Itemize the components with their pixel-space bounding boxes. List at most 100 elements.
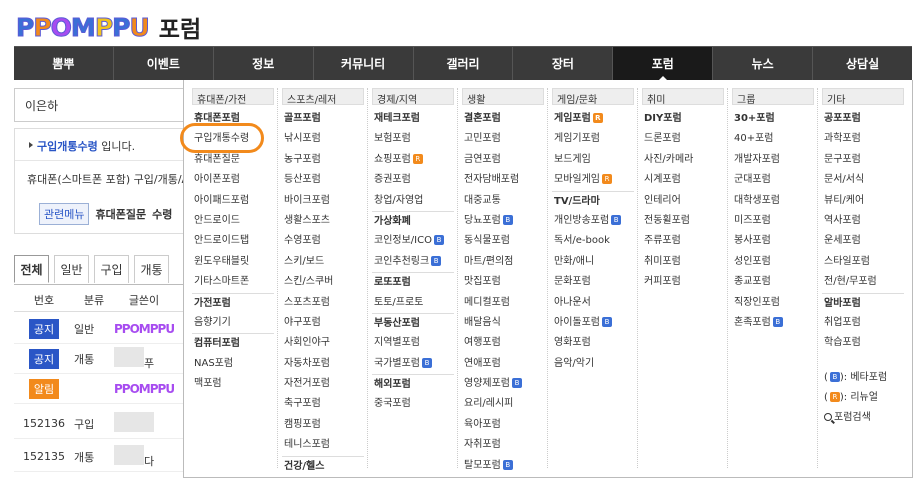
- nav-item[interactable]: 갤러리: [414, 47, 514, 80]
- forum-link[interactable]: 미즈포럼: [732, 211, 822, 231]
- forum-link[interactable]: 30+포럼: [732, 109, 822, 129]
- forum-link[interactable]: 동식물포럼: [462, 231, 552, 251]
- forum-search-link[interactable]: 포럼검색: [822, 408, 912, 428]
- forum-link[interactable]: 스포츠포럼: [282, 293, 372, 313]
- forum-link[interactable]: 건강/헬스: [282, 455, 364, 476]
- forum-link[interactable]: 보드게임: [552, 150, 642, 170]
- forum-link[interactable]: 혼족포럼 B: [732, 313, 822, 333]
- nav-item[interactable]: 장터: [513, 47, 614, 80]
- site-logo[interactable]: PPOMPPU 포럼: [15, 10, 201, 44]
- forum-link[interactable]: 자동차포럼: [282, 354, 372, 374]
- nav-item[interactable]: 커뮤니티: [314, 47, 414, 80]
- forum-link[interactable]: 아이돌포럼 B: [552, 313, 642, 333]
- forum-link[interactable]: 맛집포럼: [462, 272, 552, 292]
- forum-link[interactable]: 스킨/스쿠버: [282, 272, 372, 292]
- forum-link[interactable]: 뷰티/케어: [822, 191, 912, 211]
- forum-link[interactable]: 지역별포럼: [372, 333, 462, 353]
- forum-link[interactable]: 전동휠포럼: [642, 211, 732, 231]
- forum-link[interactable]: 컴퓨터포럼: [192, 333, 274, 353]
- nav-item[interactable]: 뽐뿌: [14, 47, 114, 80]
- forum-link[interactable]: 농구포럼: [282, 150, 372, 170]
- table-row[interactable]: 152135 개통 다: [14, 442, 184, 472]
- forum-link[interactable]: 인테리어: [642, 191, 732, 211]
- forum-link[interactable]: 보험포럼: [372, 129, 462, 149]
- forum-link[interactable]: 직장인포럼: [732, 293, 822, 313]
- forum-link[interactable]: 재테크포럼: [372, 109, 462, 129]
- forum-link[interactable]: 금연포럼: [462, 150, 552, 170]
- forum-link[interactable]: 전/현/무포럼: [822, 272, 912, 292]
- forum-link[interactable]: 국가별포럼 B: [372, 354, 462, 374]
- forum-link[interactable]: 운세포럼: [822, 231, 912, 251]
- forum-link[interactable]: 코인추천링크 B: [372, 252, 462, 272]
- notice-link[interactable]: 구입개통수령: [37, 140, 98, 153]
- forum-link[interactable]: 캠핑포럼: [282, 415, 372, 435]
- forum-link[interactable]: 40+포럼: [732, 129, 822, 149]
- forum-link[interactable]: 모바일게임 R: [552, 170, 642, 190]
- forum-link[interactable]: 안드로이드: [192, 211, 282, 231]
- forum-link[interactable]: 알바포럼: [822, 292, 904, 313]
- row-writer[interactable]: PPOMPPU: [114, 322, 174, 336]
- forum-link[interactable]: 부동산포럼: [372, 312, 454, 333]
- forum-link[interactable]: 맥포럼: [192, 374, 282, 394]
- row-writer[interactable]: [114, 412, 174, 435]
- forum-link[interactable]: 전자담배포럼: [462, 170, 552, 190]
- forum-link[interactable]: 마트/편의점: [462, 252, 552, 272]
- forum-link[interactable]: 테니스포럼: [282, 435, 372, 455]
- nav-item[interactable]: 이벤트: [114, 47, 214, 80]
- forum-link[interactable]: 아나운서: [552, 293, 642, 313]
- forum-link[interactable]: 생활스포츠: [282, 211, 372, 231]
- tab-0[interactable]: 전체: [14, 255, 49, 283]
- forum-link[interactable]: 영양제포럼 B: [462, 374, 552, 394]
- forum-link[interactable]: 음악/악기: [552, 354, 642, 374]
- tab-1[interactable]: 일반: [54, 255, 89, 283]
- search-input[interactable]: 이은하: [14, 88, 184, 122]
- forum-link[interactable]: TV/드라마: [552, 190, 634, 211]
- forum-link[interactable]: 바이크포럼: [282, 191, 372, 211]
- forum-link[interactable]: 수영포럼: [282, 231, 372, 251]
- forum-link[interactable]: 연애포럼: [462, 354, 552, 374]
- nav-item[interactable]: 포럼: [613, 47, 714, 81]
- table-row[interactable]: 알림 PPOMPPU: [14, 374, 184, 404]
- forum-link[interactable]: 게임포럼 R: [552, 109, 642, 129]
- forum-link[interactable]: 기타스마트폰: [192, 272, 282, 292]
- forum-link[interactable]: 만화/애니: [552, 252, 642, 272]
- forum-link[interactable]: 자취포럼: [462, 435, 552, 455]
- forum-link[interactable]: 취업포럼: [822, 313, 912, 333]
- forum-link[interactable]: 성인포럼: [732, 252, 822, 272]
- forum-link[interactable]: 대중교통: [462, 191, 552, 211]
- forum-link[interactable]: 등산포럼: [282, 170, 372, 190]
- related-link-1[interactable]: 휴대폰질문: [95, 206, 146, 222]
- forum-link[interactable]: DIY포럼: [642, 109, 732, 129]
- forum-link[interactable]: 스타일포럼: [822, 252, 912, 272]
- forum-link[interactable]: 가전포럼: [192, 292, 274, 313]
- forum-link[interactable]: 해외포럼: [372, 374, 454, 394]
- nav-item[interactable]: 상담실: [813, 47, 912, 80]
- forum-link[interactable]: 대학생포럼: [732, 191, 822, 211]
- forum-link[interactable]: 육아포럼: [462, 415, 552, 435]
- forum-link[interactable]: 스키/보드: [282, 252, 372, 272]
- forum-link[interactable]: 낚시포럼: [282, 129, 372, 149]
- forum-link[interactable]: 개인방송포럼 B: [552, 211, 642, 231]
- forum-link[interactable]: 배달음식: [462, 313, 552, 333]
- row-writer[interactable]: 푸: [114, 346, 174, 371]
- forum-link[interactable]: 가상화폐: [372, 210, 454, 231]
- forum-link[interactable]: 주류포럼: [642, 231, 732, 251]
- forum-link[interactable]: NAS포럼: [192, 354, 282, 374]
- forum-link[interactable]: 사회인야구: [282, 333, 372, 353]
- forum-link[interactable]: 메디컬포럼: [462, 293, 552, 313]
- forum-link[interactable]: 과학포럼: [822, 129, 912, 149]
- forum-link[interactable]: 사진/카메라: [642, 150, 732, 170]
- forum-link[interactable]: 문구포럼: [822, 150, 912, 170]
- forum-link[interactable]: 아이폰포럼: [192, 170, 282, 190]
- forum-link[interactable]: 코인정보/ICO B: [372, 231, 462, 251]
- forum-link[interactable]: 음향기기: [192, 313, 282, 333]
- forum-link[interactable]: 문화포럼: [552, 272, 642, 292]
- forum-link[interactable]: 증권포럼: [372, 170, 462, 190]
- forum-link[interactable]: 축구포럼: [282, 394, 372, 414]
- forum-link[interactable]: 자전거포럼: [282, 374, 372, 394]
- tab-2[interactable]: 구입: [94, 255, 129, 283]
- forum-link[interactable]: 골프포럼: [282, 109, 372, 129]
- forum-link[interactable]: 탈모포럼 B: [462, 456, 552, 476]
- forum-link[interactable]: 중국포럼: [372, 394, 462, 414]
- forum-link[interactable]: 여행포럼: [462, 333, 552, 353]
